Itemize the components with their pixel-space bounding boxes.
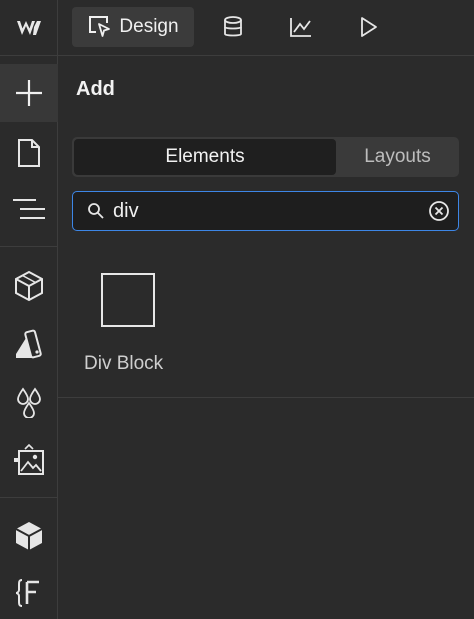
top-tab-bar: Design <box>58 0 474 56</box>
style-selectors-button[interactable] <box>0 315 58 373</box>
segment-elements[interactable]: Elements <box>74 139 336 175</box>
results-divider <box>58 397 474 398</box>
components-button[interactable] <box>0 507 58 565</box>
search-icon <box>88 203 104 219</box>
style-selector-icon <box>16 329 42 359</box>
tab-insights[interactable] <box>281 7 321 47</box>
panel-title: Add <box>76 78 115 100</box>
plus-icon <box>16 80 42 106</box>
play-icon <box>361 17 377 37</box>
assets-image-icon <box>14 444 44 475</box>
cursor-select-icon <box>89 16 111 37</box>
tab-cms[interactable] <box>213 7 253 47</box>
cube-icon <box>15 270 43 302</box>
page-icon <box>18 139 40 167</box>
clear-search-button[interactable] <box>428 200 450 222</box>
div-block-label: Div Block <box>84 353 164 374</box>
variables-button[interactable] <box>0 373 58 431</box>
finsweet-app-button[interactable] <box>0 564 58 619</box>
pages-button[interactable] <box>0 124 58 182</box>
assets-button[interactable] <box>0 431 58 489</box>
finsweet-icon <box>15 579 39 607</box>
close-circle-icon <box>429 201 449 221</box>
components-3d-button[interactable] <box>0 257 58 315</box>
tab-design-label: Design <box>119 16 179 37</box>
webflow-logo-icon[interactable] <box>0 0 58 56</box>
search-input[interactable] <box>113 197 413 225</box>
elements-layouts-toggle: Elements Layouts <box>72 137 459 177</box>
search-box <box>72 191 459 231</box>
color-drops-icon <box>17 387 41 418</box>
database-icon <box>224 16 242 37</box>
left-rail <box>0 0 58 619</box>
tab-design[interactable]: Design <box>72 7 194 47</box>
div-block-element[interactable]: Div Block <box>84 262 174 380</box>
tab-preview[interactable] <box>349 7 389 47</box>
navigator-icon <box>13 199 45 219</box>
navigator-button[interactable] <box>0 180 58 238</box>
add-panel-button[interactable] <box>0 64 58 122</box>
components-icon <box>15 522 43 550</box>
div-block-icon <box>101 273 155 327</box>
segment-layouts[interactable]: Layouts <box>338 139 457 175</box>
chart-line-icon <box>290 18 311 37</box>
